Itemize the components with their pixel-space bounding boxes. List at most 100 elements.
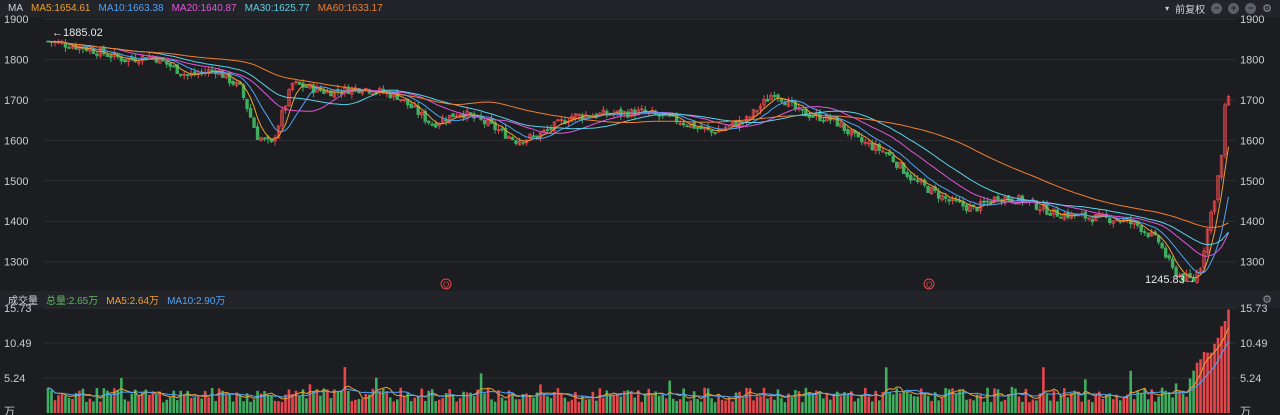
volume-bar: [539, 384, 542, 413]
volume-bar: [263, 391, 266, 413]
volume-bar: [354, 399, 357, 413]
volume-bar: [249, 401, 252, 413]
volume-bar: [584, 399, 588, 413]
volume-bar: [224, 393, 228, 413]
volume-bar: [811, 394, 815, 413]
volume-bar: [161, 402, 165, 413]
volume-bar: [120, 377, 123, 413]
candle-body: [252, 117, 256, 128]
volume-bar: [504, 400, 507, 413]
volume-bar: [968, 398, 972, 413]
volume-bar: [448, 389, 451, 413]
volume-bar: [1049, 400, 1052, 413]
candle-body: [870, 142, 874, 151]
candle-body: [231, 81, 235, 85]
candle-body: [1167, 255, 1171, 259]
price-tick-right: 1300: [1240, 257, 1264, 269]
candle-body: [451, 113, 455, 118]
volume-bar: [378, 390, 382, 413]
volume-bar: [853, 401, 857, 413]
candle-body: [255, 126, 260, 141]
volume-bar: [1094, 395, 1098, 413]
volume-bar: [1010, 386, 1014, 413]
volume-bar: [891, 394, 895, 413]
volume-bar: [511, 392, 514, 413]
volume-bar: [619, 396, 623, 413]
volume-bar: [532, 397, 535, 413]
volume-bar: [972, 400, 975, 413]
volume-bar: [752, 400, 755, 413]
volume-bar: [909, 394, 912, 413]
volume-bar: [1178, 390, 1181, 413]
volume-bar: [182, 395, 186, 413]
candle-body: [982, 200, 986, 203]
price-tick-left: 1400: [4, 216, 28, 228]
volume-bar: [633, 397, 637, 413]
candle-body: [954, 199, 958, 202]
volume-bar: [577, 401, 581, 413]
volume-bar: [1199, 359, 1202, 413]
volume-bar: [53, 400, 57, 413]
volume-bar: [395, 399, 399, 413]
volume-bar: [1167, 392, 1171, 413]
volume-bar: [409, 401, 413, 413]
volume-bar: [724, 400, 727, 413]
volume-bar: [1056, 401, 1059, 413]
volume-bar: [284, 394, 287, 413]
kline-chart[interactable]: 1900 1900 1800 1800 1700 1700 1600 1600 1500 1500…: [0, 0, 1280, 415]
volume-bar: [326, 389, 329, 413]
candle-body: [262, 137, 267, 140]
candle-body: [1142, 231, 1147, 234]
candle-body: [409, 103, 413, 109]
candle-body: [297, 81, 302, 85]
candle-body: [772, 95, 777, 97]
volume-bar: [1063, 388, 1066, 413]
volume-bar: [898, 393, 902, 413]
volume-bar: [451, 395, 455, 413]
volume-bar: [1070, 392, 1073, 413]
volume-bar: [336, 391, 340, 413]
candle-body: [521, 141, 525, 144]
volume-bar: [1108, 393, 1112, 413]
volume-bar: [825, 393, 829, 413]
volume-bar: [846, 394, 850, 413]
candle-body: [1013, 202, 1018, 205]
volume-bar: [71, 398, 74, 413]
volume-bar: [916, 396, 919, 413]
volume-bar: [340, 390, 343, 413]
volume-ma-line-10: [47, 341, 1229, 399]
volume-tick-right: 15.73: [1240, 303, 1268, 315]
volume-bar: [818, 391, 822, 413]
candle-body: [1059, 216, 1063, 219]
volume-bar: [507, 390, 511, 413]
candle-body: [800, 108, 805, 111]
volume-bar: [280, 401, 284, 413]
volume-bar: [102, 388, 106, 413]
volume-bar: [832, 394, 836, 413]
candle-body: [964, 204, 969, 211]
candle-body: [905, 172, 909, 177]
volume-bar: [664, 398, 668, 413]
candle-body: [105, 54, 110, 57]
volume-bar: [423, 400, 427, 413]
volume-bar: [629, 390, 633, 413]
volume-bar: [305, 398, 308, 413]
volume-bar: [912, 396, 916, 413]
candle-body: [109, 55, 113, 58]
volume-bar: [692, 391, 696, 413]
volume-bar: [315, 389, 319, 413]
volume-bar: [270, 395, 273, 413]
candle-body: [510, 136, 515, 140]
price-tick-left: 1700: [4, 95, 28, 107]
volume-bar: [308, 384, 312, 413]
candle-body: [531, 135, 536, 138]
volume-bar: [200, 398, 203, 413]
volume-bar: [416, 396, 420, 413]
volume-bar: [923, 393, 926, 413]
volume-bar: [1227, 309, 1230, 413]
volume-bar: [553, 392, 556, 413]
candle-body: [433, 123, 438, 128]
volume-bar: [759, 396, 762, 413]
volume-bar: [1188, 378, 1192, 413]
volume-bar: [863, 387, 867, 413]
